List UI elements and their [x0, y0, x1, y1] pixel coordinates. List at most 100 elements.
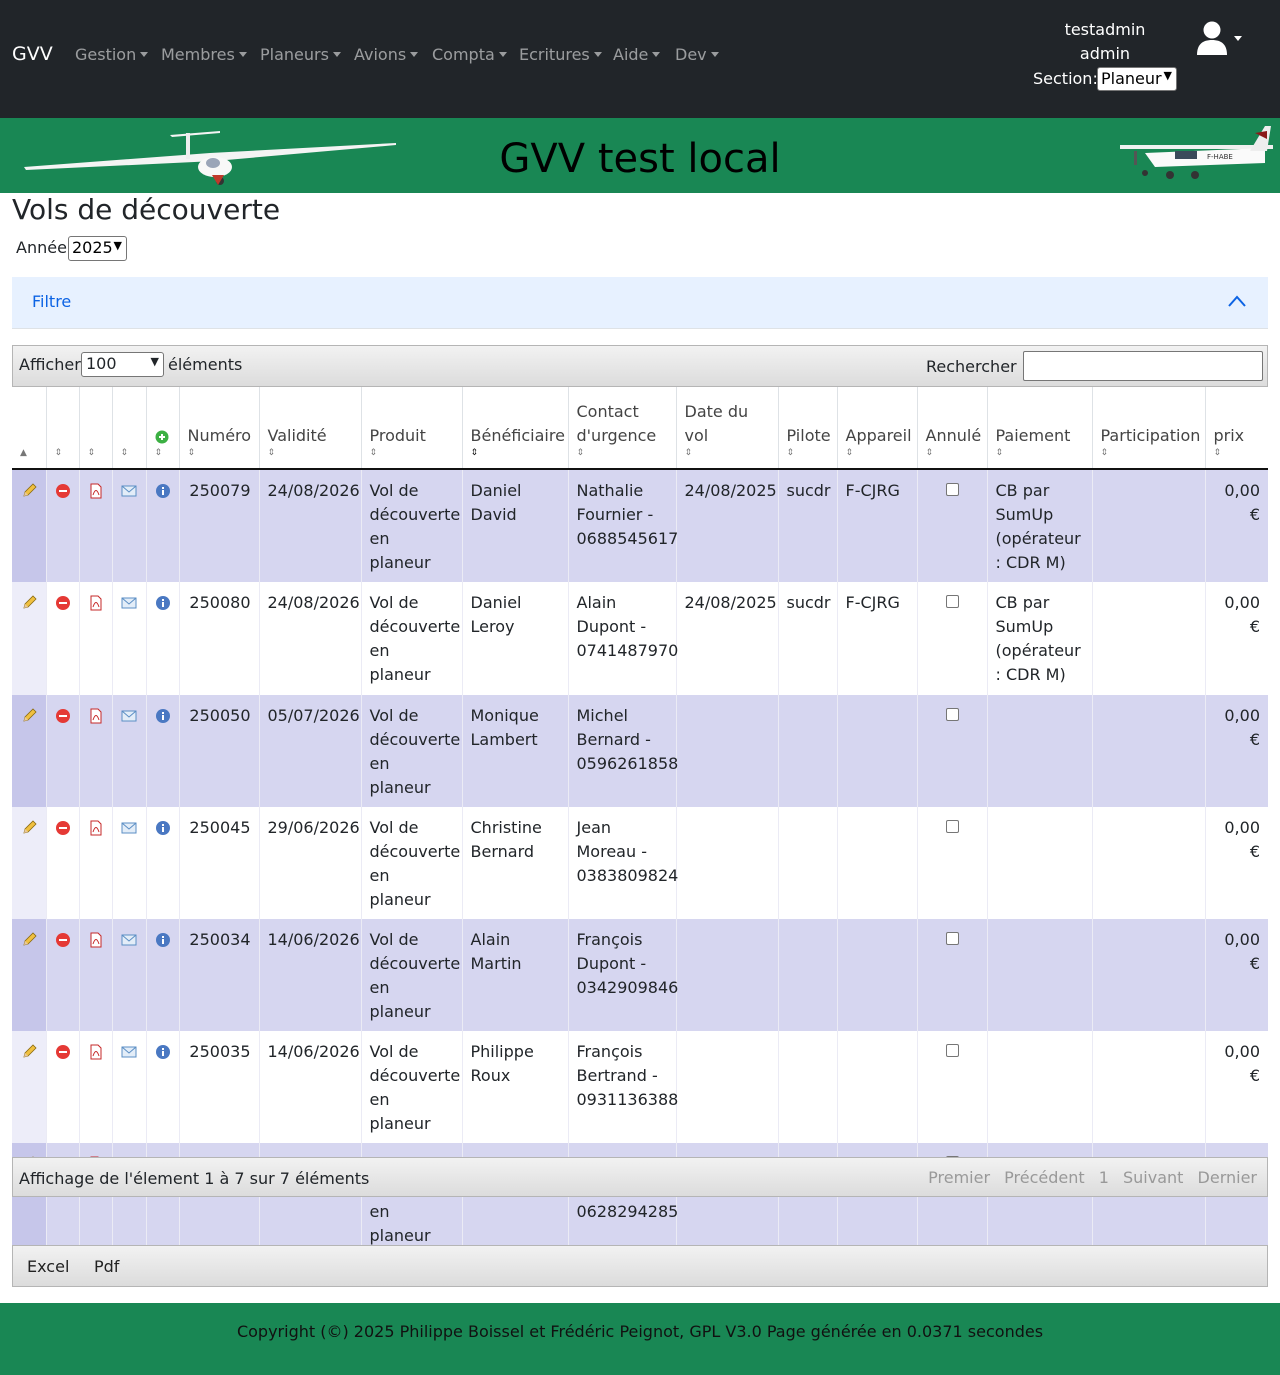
- edit-pencil-icon[interactable]: [20, 1044, 38, 1060]
- info-icon[interactable]: [155, 932, 171, 948]
- column-header-beneficiaire[interactable]: Bénéficiaire ⇕: [462, 387, 569, 470]
- mail-icon[interactable]: [121, 595, 138, 611]
- pdf-icon[interactable]: [88, 708, 104, 724]
- pdf-cell[interactable]: [79, 807, 113, 919]
- column-header-numero[interactable]: Numéro ⇕: [179, 387, 260, 470]
- pdf-icon[interactable]: [88, 483, 104, 499]
- info-icon[interactable]: [155, 820, 171, 836]
- info-cell[interactable]: [146, 807, 180, 919]
- delete-cell[interactable]: [46, 1031, 80, 1143]
- edit-cell[interactable]: [12, 919, 47, 1031]
- column-header-date-vol[interactable]: Date du vol ⇕: [676, 387, 779, 470]
- menu-planeurs[interactable]: Planeurs: [260, 45, 341, 64]
- mail-cell[interactable]: [112, 919, 147, 1031]
- pdf-cell[interactable]: [79, 919, 113, 1031]
- column-header-annule[interactable]: Annulé ⇕: [917, 387, 988, 470]
- delete-icon[interactable]: [55, 595, 71, 611]
- page-next-button[interactable]: Suivant: [1123, 1168, 1183, 1187]
- page-previous-button[interactable]: Précédent: [1004, 1168, 1085, 1187]
- pdf-icon[interactable]: [88, 820, 104, 836]
- info-icon[interactable]: [155, 483, 171, 499]
- user-icon[interactable]: [1196, 20, 1228, 56]
- edit-pencil-icon[interactable]: [20, 932, 38, 948]
- annule-checkbox[interactable]: [945, 483, 959, 496]
- export-pdf-button[interactable]: Pdf: [94, 1257, 119, 1276]
- delete-icon[interactable]: [55, 932, 71, 948]
- delete-icon[interactable]: [55, 483, 71, 499]
- edit-pencil-icon[interactable]: [20, 595, 38, 611]
- user-menu-caret-icon[interactable]: [1234, 36, 1242, 41]
- column-header-prix[interactable]: prix ⇕: [1205, 387, 1268, 470]
- pdf-cell[interactable]: [79, 582, 113, 695]
- delete-icon[interactable]: [55, 820, 71, 836]
- annule-checkbox[interactable]: [945, 932, 959, 945]
- menu-compta[interactable]: Compta: [432, 45, 507, 64]
- info-cell[interactable]: [146, 469, 180, 582]
- column-header-add[interactable]: ⇕: [146, 387, 180, 470]
- section-select[interactable]: Planeur ▼: [1097, 67, 1177, 91]
- column-header-pdf[interactable]: ⇕: [79, 387, 113, 470]
- pdf-icon[interactable]: [88, 595, 104, 611]
- delete-icon[interactable]: [55, 1044, 71, 1060]
- column-header-paiement[interactable]: Paiement ⇕: [987, 387, 1093, 470]
- info-icon[interactable]: [155, 595, 171, 611]
- length-select[interactable]: 100 ▼: [81, 352, 164, 377]
- chevron-up-icon[interactable]: [1228, 295, 1246, 307]
- menu-avions[interactable]: Avions: [354, 45, 419, 64]
- filter-accordion[interactable]: Filtre: [12, 277, 1268, 329]
- edit-cell[interactable]: [12, 582, 47, 695]
- pdf-icon[interactable]: [88, 932, 104, 948]
- mail-icon[interactable]: [121, 820, 138, 836]
- column-header-appareil[interactable]: Appareil ⇕: [837, 387, 918, 470]
- delete-cell[interactable]: [46, 469, 80, 582]
- delete-cell[interactable]: [46, 919, 80, 1031]
- page-first-button[interactable]: Premier: [928, 1168, 990, 1187]
- page-number-button[interactable]: 1: [1099, 1168, 1109, 1187]
- column-header-contact[interactable]: Contact d'urgence ⇕: [568, 387, 677, 470]
- annule-checkbox[interactable]: [945, 708, 959, 721]
- delete-icon[interactable]: [55, 708, 71, 724]
- edit-cell[interactable]: [12, 469, 47, 582]
- mail-cell[interactable]: [112, 695, 147, 807]
- edit-cell[interactable]: [12, 695, 47, 807]
- info-cell[interactable]: [146, 695, 180, 807]
- delete-cell[interactable]: [46, 807, 80, 919]
- edit-pencil-icon[interactable]: [20, 708, 38, 724]
- column-header-edit[interactable]: ▲: [12, 387, 47, 470]
- edit-pencil-icon[interactable]: [20, 820, 38, 836]
- menu-gestion[interactable]: Gestion: [75, 45, 149, 64]
- edit-cell[interactable]: [12, 807, 47, 919]
- mail-cell[interactable]: [112, 1031, 147, 1143]
- menu-dev[interactable]: Dev: [675, 45, 719, 64]
- menu-ecritures[interactable]: Ecritures: [519, 45, 602, 64]
- menu-membres[interactable]: Membres: [161, 45, 247, 64]
- mail-cell[interactable]: [112, 582, 147, 695]
- info-cell[interactable]: [146, 919, 180, 1031]
- annule-checkbox[interactable]: [945, 820, 959, 833]
- column-header-validite[interactable]: Validité ⇕: [259, 387, 362, 470]
- menu-aide[interactable]: Aide: [613, 45, 661, 64]
- column-header-pilote[interactable]: Pilote ⇕: [778, 387, 838, 470]
- info-cell[interactable]: [146, 582, 180, 695]
- info-icon[interactable]: [155, 1044, 171, 1060]
- column-header-mail[interactable]: ⇕: [112, 387, 147, 470]
- add-icon[interactable]: [155, 430, 169, 444]
- brand-link[interactable]: GVV: [12, 43, 53, 65]
- year-select[interactable]: 2025 ▼: [68, 236, 127, 261]
- column-header-produit[interactable]: Produit ⇕: [361, 387, 463, 470]
- export-excel-button[interactable]: Excel: [27, 1257, 69, 1276]
- delete-cell[interactable]: [46, 695, 80, 807]
- edit-pencil-icon[interactable]: [20, 483, 38, 499]
- mail-icon[interactable]: [121, 1044, 138, 1060]
- search-input[interactable]: [1023, 351, 1263, 381]
- mail-cell[interactable]: [112, 807, 147, 919]
- column-header-participation[interactable]: Participation ⇕: [1092, 387, 1206, 470]
- delete-cell[interactable]: [46, 582, 80, 695]
- edit-cell[interactable]: [12, 1031, 47, 1143]
- page-last-button[interactable]: Dernier: [1198, 1168, 1257, 1187]
- pdf-cell[interactable]: [79, 1031, 113, 1143]
- info-cell[interactable]: [146, 1031, 180, 1143]
- annule-checkbox[interactable]: [945, 595, 959, 608]
- pdf-cell[interactable]: [79, 695, 113, 807]
- info-icon[interactable]: [155, 708, 171, 724]
